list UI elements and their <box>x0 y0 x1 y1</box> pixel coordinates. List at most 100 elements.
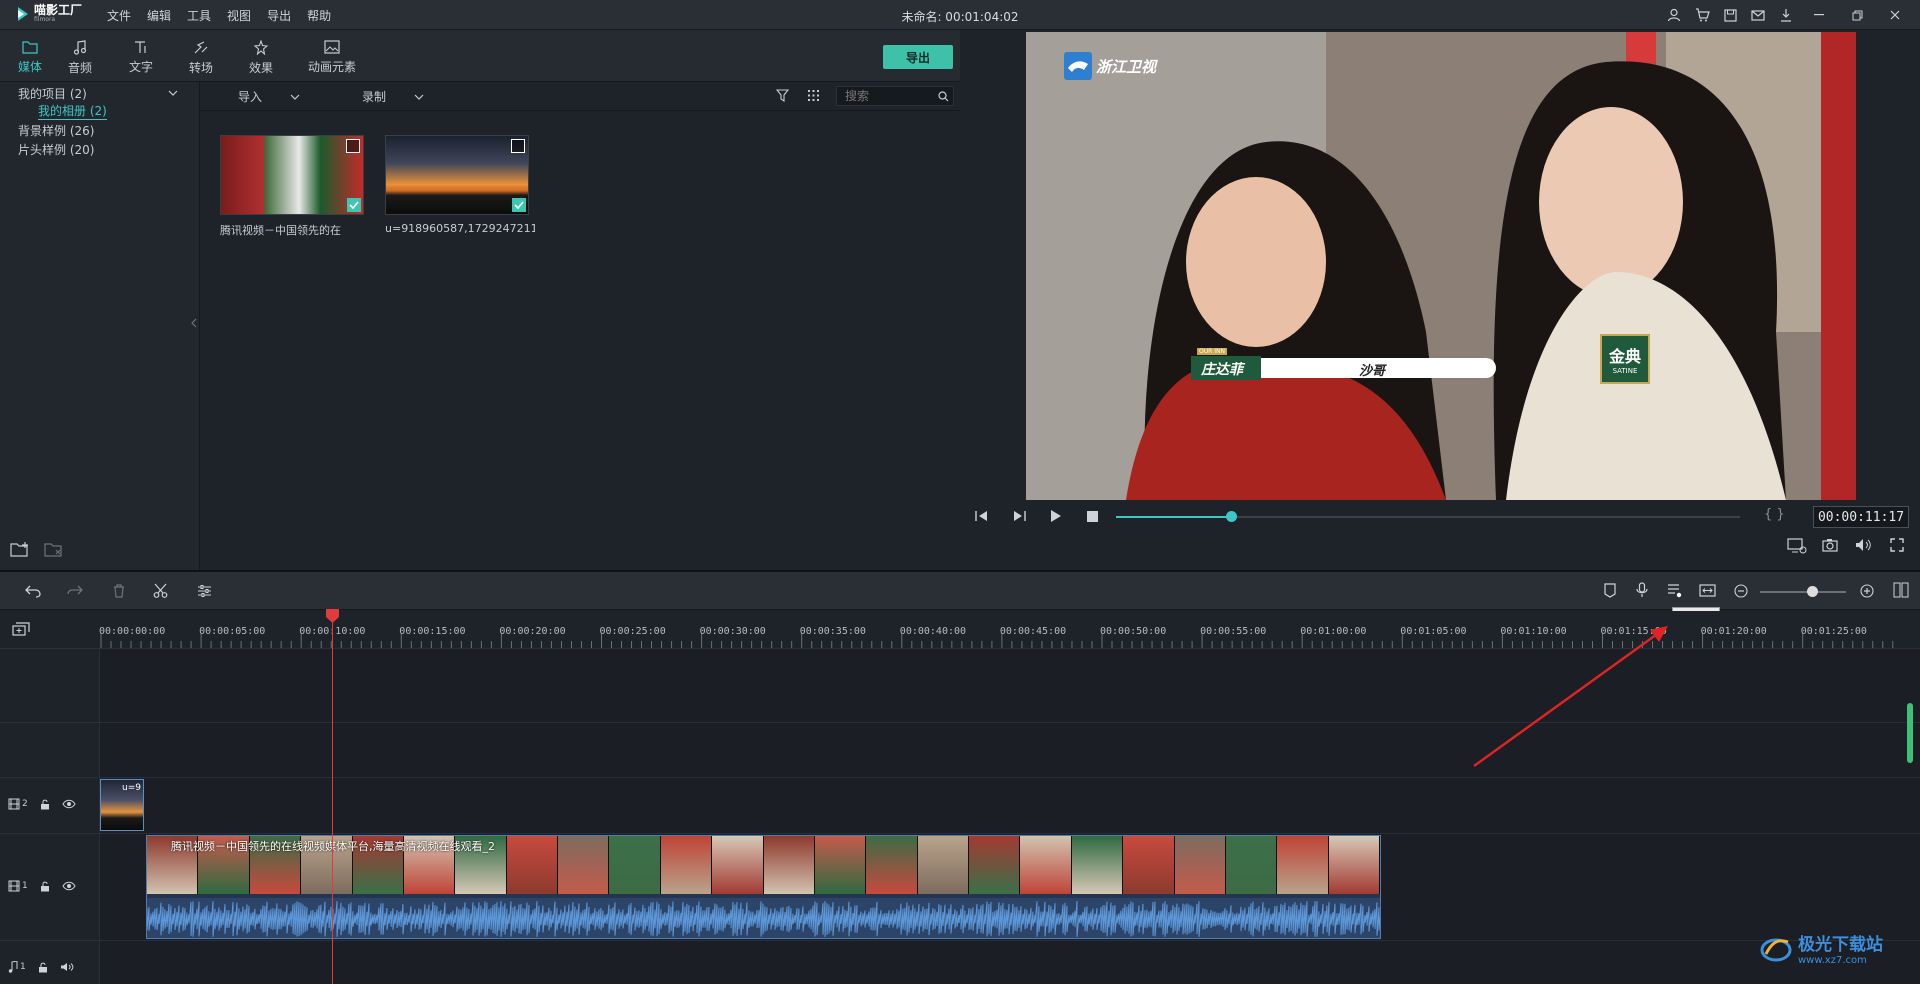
playhead-handle[interactable] <box>326 609 339 623</box>
zoom-out-icon[interactable] <box>1734 584 1748 598</box>
preview-timecode: 00:00:11:17 <box>1813 506 1909 528</box>
close-icon[interactable] <box>1880 5 1910 25</box>
redo-icon[interactable] <box>67 584 83 598</box>
eye-icon[interactable] <box>62 799 76 809</box>
delete-folder-icon[interactable] <box>44 542 64 558</box>
clip-frame <box>1225 836 1278 894</box>
zoom-in-icon[interactable] <box>1860 584 1874 598</box>
media-thumb-image[interactable] <box>385 135 529 215</box>
display-settings-icon[interactable] <box>1787 538 1807 554</box>
account-icon[interactable] <box>1664 5 1684 25</box>
add-track-icon[interactable] <box>12 622 30 636</box>
new-folder-icon[interactable] <box>10 542 30 558</box>
tab-effects-label: 效果 <box>248 61 273 75</box>
name-tag-left: 庄达菲 <box>1201 362 1243 378</box>
clip-frame <box>814 836 867 894</box>
tab-effects[interactable]: 效果 <box>231 30 291 82</box>
collapse-sidebar-icon[interactable] <box>191 318 197 328</box>
clip-frame <box>763 836 815 894</box>
search-input[interactable] <box>837 87 927 105</box>
prev-frame-icon[interactable] <box>975 510 989 522</box>
play-icon[interactable] <box>1050 510 1062 522</box>
library-sidebar: 我的项目 (2) 我的相册 (2) 背景样例 (26) 片头样例 (20) <box>0 82 200 570</box>
grid-view-icon[interactable] <box>807 89 820 102</box>
chevron-down-icon <box>290 94 300 100</box>
cart-icon[interactable] <box>1692 5 1712 25</box>
sponsor-sub: SATINE <box>1612 367 1638 375</box>
tab-audio-label: 音频 <box>67 61 92 75</box>
menu-bar: 文件 编辑 工具 视图 导出 帮助 <box>107 0 347 30</box>
menu-export[interactable]: 导出 <box>267 7 291 24</box>
video-frame <box>1026 32 1856 500</box>
stop-icon[interactable] <box>1087 511 1098 522</box>
clip-frame <box>506 836 558 894</box>
zoom-slider[interactable] <box>1760 591 1846 593</box>
snapshot-icon[interactable] <box>1822 538 1838 552</box>
tree-background-samples[interactable]: 背景样例 (26) <box>18 122 94 139</box>
speaker-icon[interactable] <box>60 962 74 972</box>
video-preview[interactable]: 浙江卫视 金典 SATINE OUR INN 庄达菲 沙哥 <box>1026 32 1856 500</box>
menu-tools[interactable]: 工具 <box>187 7 211 24</box>
import-dropdown[interactable]: 导入 <box>238 88 300 105</box>
next-frame-icon[interactable] <box>1012 510 1026 522</box>
export-button[interactable]: 导出 <box>883 45 953 69</box>
mark-in-out[interactable]: { } <box>1764 507 1785 522</box>
search-icon[interactable] <box>938 91 949 102</box>
tab-transition[interactable]: 转场 <box>171 30 231 82</box>
playhead-line[interactable] <box>332 611 333 984</box>
save-icon[interactable] <box>1720 5 1740 25</box>
zoom-slider-handle[interactable] <box>1807 586 1818 597</box>
minimize-icon[interactable] <box>1804 5 1834 25</box>
fullscreen-icon[interactable] <box>1890 538 1904 552</box>
lock-icon[interactable] <box>38 962 48 973</box>
zhejiang-tv-logo-icon <box>1064 52 1092 80</box>
undo-icon[interactable] <box>25 584 41 598</box>
restore-icon[interactable] <box>1842 5 1872 25</box>
tree-intro-samples[interactable]: 片头样例 (20) <box>18 141 94 158</box>
menu-view[interactable]: 视图 <box>227 7 251 24</box>
track-headers <box>0 649 100 984</box>
menu-file[interactable]: 文件 <box>107 7 131 24</box>
mail-icon[interactable] <box>1748 5 1768 25</box>
watermark: 极光下载站 www.xz7.com <box>1760 930 1883 966</box>
volume-icon[interactable] <box>1855 538 1871 552</box>
preview-scrub-handle[interactable] <box>1226 511 1237 522</box>
menu-help[interactable]: 帮助 <box>307 7 331 24</box>
delete-icon[interactable] <box>113 584 125 598</box>
chevron-down-icon[interactable] <box>168 90 178 96</box>
timeline-toolbar <box>0 570 1920 610</box>
tree-my-album[interactable]: 我的相册 (2) <box>38 102 107 120</box>
marker-icon[interactable] <box>1604 583 1616 598</box>
media-thumb-video[interactable] <box>220 135 364 215</box>
mixer-icon[interactable] <box>1667 583 1683 598</box>
clip-frame <box>917 836 969 894</box>
fit-timeline-icon[interactable] <box>1699 584 1716 597</box>
channel-logo: 浙江卫视 <box>1064 52 1156 80</box>
download-icon[interactable] <box>1776 5 1796 25</box>
tab-elements[interactable]: 动画元素 <box>302 30 362 82</box>
menu-edit[interactable]: 编辑 <box>147 7 171 24</box>
lock-icon[interactable] <box>40 799 50 810</box>
ruler-tick-label: 00:00:00:00 <box>99 626 166 637</box>
timeline-clip-image[interactable]: u=9 <box>100 779 144 831</box>
lock-icon[interactable] <box>40 881 50 892</box>
tab-audio[interactable]: 音频 <box>50 30 110 82</box>
image-icon <box>324 40 340 54</box>
adjust-icon[interactable] <box>197 584 212 598</box>
eye-icon[interactable] <box>62 881 76 891</box>
panel-toggle-icon[interactable] <box>1893 582 1909 598</box>
clip-frame <box>1174 836 1226 894</box>
filter-icon[interactable] <box>776 89 789 102</box>
microphone-icon[interactable] <box>1636 582 1648 598</box>
record-dropdown[interactable]: 录制 <box>362 88 424 105</box>
track-v2-controls: 2 <box>8 798 76 810</box>
track-divider <box>0 940 1920 941</box>
split-icon[interactable] <box>153 583 168 598</box>
ruler-tick-label: 00:01:20:00 <box>1700 626 1767 637</box>
name-tag-small: OUR INN <box>1197 348 1227 355</box>
clip-frame <box>1123 836 1175 894</box>
ruler-tick-label: 00:00:30:00 <box>699 626 766 637</box>
timeline-vertical-scrollbar[interactable] <box>1907 703 1913 763</box>
tab-text[interactable]: 文字 <box>111 30 171 82</box>
tree-my-project[interactable]: 我的项目 (2) <box>18 85 87 102</box>
